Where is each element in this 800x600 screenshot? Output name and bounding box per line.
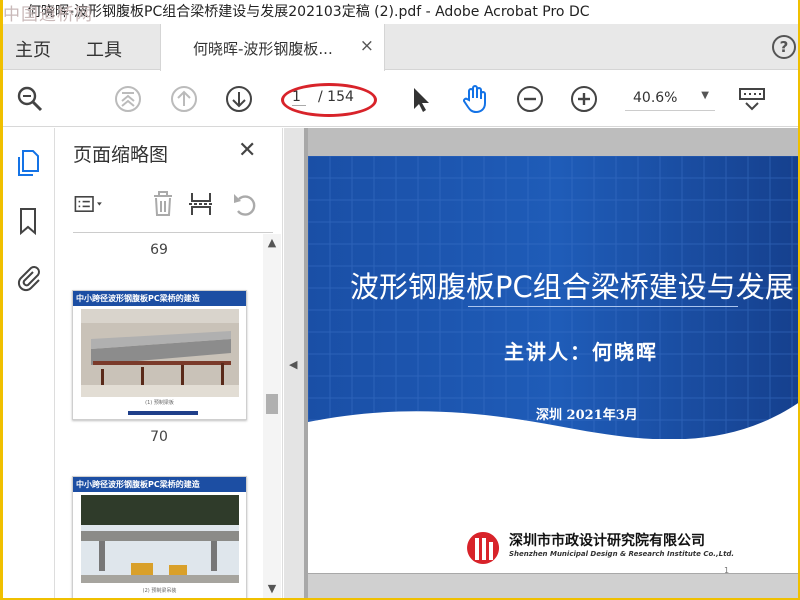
page-thumbnail[interactable]: 中小跨径波形钢腹板PC梁桥的建造 (1) 预制梁板 <box>72 290 247 420</box>
org-name-en: Shenzhen Municipal Design & Research Ins… <box>509 550 735 558</box>
thumbnail-caption: (1) 预制梁板 <box>145 400 174 406</box>
highlight-annotation <box>281 83 377 117</box>
title-bar: 何晓晖-波形钢腹板PC组合梁桥建设与发展202103定稿 (2).pdf - A… <box>3 0 798 25</box>
page-number-label: 69 <box>150 242 168 258</box>
thumbnail-title: 中小跨径波形钢腹板PC梁桥的建造 <box>73 291 246 306</box>
organization-footer: 深圳市市政设计研究院有限公司 Shenzhen Municipal Design… <box>463 528 734 568</box>
thumbnail-caption: (2) 预制梁吊装 <box>142 588 177 594</box>
attachments-icon[interactable] <box>13 262 43 292</box>
construction-photo <box>81 495 239 583</box>
help-icon[interactable]: ? <box>772 35 796 59</box>
acrobat-window: 何晓晖-波形钢腹板PC组合梁桥建设与发展202103定稿 (2).pdf - A… <box>3 0 798 598</box>
collapse-arrow-icon[interactable]: ◀ <box>289 358 297 371</box>
panel-title: 页面缩略图 <box>73 144 169 166</box>
slide-speaker: 主讲人：何晓晖 <box>504 340 658 364</box>
page-number-label: 70 <box>150 429 168 445</box>
watermark: 中国道桥网 <box>3 5 93 25</box>
rotate-page-icon[interactable] <box>229 188 261 220</box>
toolbar: 1 / 154 40.6% ▼ <box>3 71 798 127</box>
title-underline <box>468 306 738 307</box>
bookmarks-icon[interactable] <box>13 206 43 236</box>
construction-photo <box>81 309 239 397</box>
org-name-cn: 深圳市市政设计研究院有限公司 <box>509 533 705 549</box>
org-logo <box>128 411 198 415</box>
thumbnail-scrollbar[interactable]: ▲ ▼ <box>263 234 281 598</box>
zoom-search-icon[interactable] <box>15 84 45 114</box>
zoom-in-icon[interactable] <box>569 84 599 114</box>
thumbnail-title: 中小跨径波形钢腹板PC梁桥的建造 <box>73 477 246 492</box>
next-page-icon[interactable] <box>224 84 254 114</box>
previous-page-icon[interactable] <box>169 84 199 114</box>
scroll-down-icon[interactable]: ▼ <box>263 580 281 598</box>
chevron-down-icon: ▼ <box>701 90 709 101</box>
thumbnail-panel: 页面缩略图 ✕ 69 中小跨径波形钢腹板PC梁桥的建造 (1) 预制梁板 70 … <box>55 128 283 598</box>
navigation-rail <box>3 128 55 598</box>
close-tab-icon[interactable]: × <box>360 36 374 56</box>
zoom-level-value: 40.6% <box>633 90 678 106</box>
panel-collapse-handle[interactable]: ◀ <box>284 128 304 598</box>
first-page-icon[interactable] <box>113 84 143 114</box>
divider <box>73 232 273 233</box>
tab-document[interactable]: 何晓晖-波形钢腹板... × <box>160 24 385 71</box>
hand-tool-icon[interactable] <box>460 84 490 114</box>
slide-date: 深圳 2021年3月 <box>536 408 638 423</box>
slide-top-band <box>308 128 798 158</box>
pdf-page: 波形钢腹板PC组合梁桥建设与发展 主讲人：何晓晖 深圳 2021年3月 深圳市市… <box>308 128 798 573</box>
zoom-level-dropdown[interactable]: 40.6% ▼ <box>625 85 715 111</box>
select-cursor-icon[interactable] <box>405 84 435 114</box>
page-thumbnails-icon[interactable] <box>13 148 43 178</box>
extract-page-icon[interactable] <box>185 188 217 220</box>
delete-page-icon[interactable] <box>147 188 179 220</box>
scrollbar-thumb[interactable] <box>266 394 278 414</box>
org-logo-icon <box>467 532 500 564</box>
page-thumbnail[interactable]: 中小跨径波形钢腹板PC梁桥的建造 (2) 预制梁吊装 <box>72 476 247 598</box>
tab-bar: 主页 工具 何晓晖-波形钢腹板... × ? <box>3 24 798 71</box>
tab-tools[interactable]: 工具 <box>86 36 122 62</box>
panel-toolbar <box>71 188 271 224</box>
thumbnail-options-icon[interactable] <box>73 188 105 220</box>
thumbnail-list: 69 中小跨径波形钢腹板PC梁桥的建造 (1) 预制梁板 70 中小跨径波形钢腹… <box>55 234 263 598</box>
scroll-up-icon[interactable]: ▲ <box>263 234 281 252</box>
slide-title: 波形钢腹板PC组合梁桥建设与发展 <box>350 270 794 304</box>
window-title: 何晓晖-波形钢腹板PC组合梁桥建设与发展202103定稿 (2).pdf - A… <box>27 4 590 20</box>
keyboard-tools-icon[interactable] <box>737 84 767 114</box>
tab-document-label: 何晓晖-波形钢腹板... <box>193 40 333 58</box>
tab-home[interactable]: 主页 <box>15 36 51 62</box>
slide-page-number: 1 <box>724 566 730 573</box>
close-panel-icon[interactable]: ✕ <box>238 138 256 163</box>
next-pdf-page <box>308 574 798 598</box>
document-viewer[interactable]: 波形钢腹板PC组合梁桥建设与发展 主讲人：何晓晖 深圳 2021年3月 深圳市市… <box>304 128 798 598</box>
zoom-out-icon[interactable] <box>515 84 545 114</box>
